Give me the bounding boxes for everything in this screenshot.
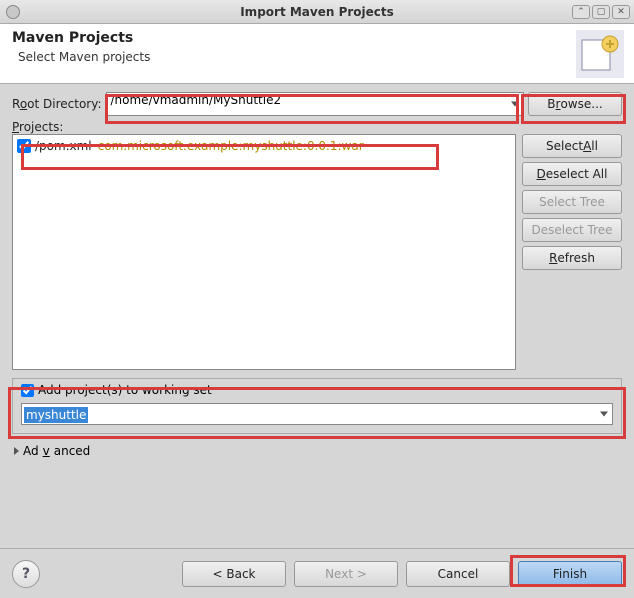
advanced-toggle[interactable]: Advanced — [12, 444, 622, 458]
maximize-button[interactable]: ▢ — [592, 5, 610, 19]
cancel-button[interactable]: Cancel — [406, 561, 510, 587]
triangle-right-icon — [14, 447, 19, 455]
deselect-all-button[interactable]: Deselect All — [522, 162, 622, 186]
select-tree-button: Select Tree — [522, 190, 622, 214]
page-title: Maven Projects — [12, 30, 622, 46]
deselect-tree-button: Deselect Tree — [522, 218, 622, 242]
window-title: Import Maven Projects — [0, 5, 634, 19]
projects-list[interactable]: /pom.xml com.microsoft.example:myshuttle… — [12, 134, 516, 370]
project-file: /pom.xml — [35, 139, 92, 153]
import-wizard-icon — [576, 30, 624, 78]
root-directory-value: /home/vmadmin/MyShuttle2 — [111, 93, 282, 107]
select-all-button[interactable]: Select All — [522, 134, 622, 158]
browse-button[interactable]: Browse... — [528, 92, 622, 116]
refresh-button[interactable]: Refresh — [522, 246, 622, 270]
chevron-down-icon — [511, 102, 519, 107]
project-coordinates: com.microsoft.example:myshuttle:0.0.1:wa… — [98, 139, 364, 153]
titlebar: Import Maven Projects ⌃ ▢ ✕ — [0, 0, 634, 24]
projects-label: Projects: — [12, 120, 622, 134]
chevron-down-icon — [600, 412, 608, 417]
close-button[interactable]: ✕ — [612, 5, 630, 19]
working-set-value: myshuttle — [24, 407, 88, 423]
help-button[interactable]: ? — [12, 560, 40, 588]
back-button[interactable]: < Back — [182, 561, 286, 587]
footer: ? < Back Next > Cancel Finish — [0, 548, 634, 598]
finish-button[interactable]: Finish — [518, 561, 622, 587]
project-checkbox[interactable] — [17, 139, 31, 153]
page-subtitle: Select Maven projects — [18, 50, 622, 64]
working-set-checkbox[interactable] — [21, 384, 34, 397]
working-set-input[interactable]: myshuttle — [21, 403, 613, 425]
working-set-section: Add project(s) to working set myshuttle — [12, 378, 622, 434]
next-button: Next > — [294, 561, 398, 587]
working-set-label: Add project(s) to working set — [38, 383, 212, 397]
root-directory-label: Root Directory: — [12, 97, 102, 111]
project-item[interactable]: /pom.xml com.microsoft.example:myshuttle… — [17, 139, 511, 153]
banner: Maven Projects Select Maven projects — [0, 24, 634, 84]
minimize-button[interactable]: ⌃ — [572, 5, 590, 19]
root-directory-input[interactable]: /home/vmadmin/MyShuttle2 — [106, 92, 525, 116]
